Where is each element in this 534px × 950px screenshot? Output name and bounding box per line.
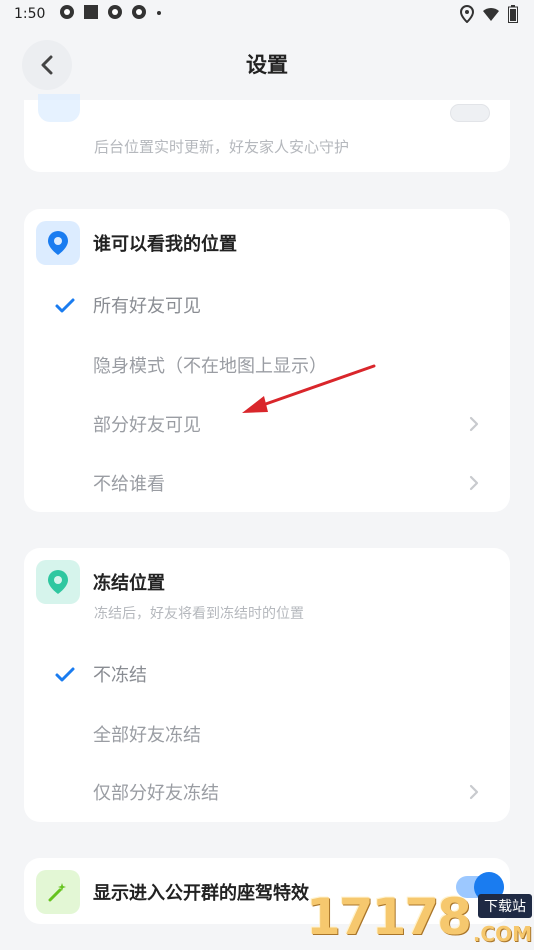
background-location-toggle[interactable] bbox=[450, 104, 490, 122]
option-label: 仅部分好友冻结 bbox=[93, 783, 219, 804]
background-location-icon bbox=[38, 94, 80, 122]
app-notification-icon bbox=[107, 4, 123, 24]
background-location-card: 后台位置实时更新，好友家人安心守护 bbox=[24, 94, 510, 172]
option-all-friends[interactable]: 所有好友可见 bbox=[24, 283, 510, 327]
app-notification-icon bbox=[59, 4, 75, 24]
effect-title: 显示进入公开群的座驾特效 bbox=[93, 883, 309, 904]
option-label: 部分好友可见 bbox=[93, 415, 201, 436]
option-label: 不冻结 bbox=[93, 665, 147, 686]
freeze-header: 冻结位置 bbox=[36, 560, 165, 604]
visibility-header: 谁可以看我的位置 bbox=[36, 221, 237, 265]
header: 设置 bbox=[0, 28, 534, 100]
watermark-badge: 下载站 bbox=[478, 894, 532, 918]
status-bar: 1:50 bbox=[0, 0, 534, 28]
option-hide-from[interactable]: 不给谁看 bbox=[24, 461, 510, 505]
back-button[interactable] bbox=[22, 40, 72, 90]
status-time: 1:50 bbox=[14, 6, 46, 22]
option-label: 所有好友可见 bbox=[93, 296, 201, 317]
chevron-right-icon bbox=[469, 784, 479, 800]
option-freeze-some[interactable]: 仅部分好友冻结 bbox=[24, 770, 510, 814]
chevron-right-icon bbox=[469, 416, 479, 432]
watermark-number: 17178 bbox=[306, 888, 472, 946]
location-pin-icon bbox=[36, 221, 80, 265]
page-title: 设置 bbox=[246, 53, 288, 77]
freeze-description: 冻结后，好友将看到冻结时的位置 bbox=[94, 606, 304, 622]
site-watermark: 17178 下载站 .COM bbox=[306, 874, 534, 950]
checkmark-icon bbox=[55, 298, 75, 313]
freeze-location-pin-icon bbox=[36, 560, 80, 604]
option-label: 全部好友冻结 bbox=[93, 725, 201, 746]
watermark-suffix: .COM bbox=[472, 922, 532, 946]
location-status-icon bbox=[459, 4, 475, 27]
background-location-subtitle: 后台位置实时更新，好友家人安心守护 bbox=[94, 138, 350, 156]
more-dot-icon bbox=[155, 4, 163, 24]
square-notification-icon bbox=[83, 4, 99, 24]
app-notification-icon bbox=[131, 4, 147, 24]
option-label: 不给谁看 bbox=[93, 474, 165, 495]
wifi-icon bbox=[482, 6, 500, 26]
effect-header: 显示进入公开群的座驾特效 bbox=[36, 870, 309, 914]
freeze-title: 冻结位置 bbox=[93, 573, 165, 594]
annotation-arrow-icon bbox=[242, 364, 376, 413]
option-freeze-all[interactable]: 全部好友冻结 bbox=[24, 712, 510, 756]
visibility-title: 谁可以看我的位置 bbox=[93, 234, 237, 255]
chevron-right-icon bbox=[469, 475, 479, 491]
freeze-location-card: 冻结位置 冻结后，好友将看到冻结时的位置 不冻结 全部好友冻结 仅部分好友冻结 bbox=[24, 548, 510, 822]
battery-icon bbox=[508, 5, 518, 27]
option-no-freeze[interactable]: 不冻结 bbox=[24, 652, 510, 696]
magic-wand-icon bbox=[36, 870, 80, 914]
chevron-left-icon bbox=[41, 55, 53, 75]
checkmark-icon bbox=[55, 667, 75, 682]
